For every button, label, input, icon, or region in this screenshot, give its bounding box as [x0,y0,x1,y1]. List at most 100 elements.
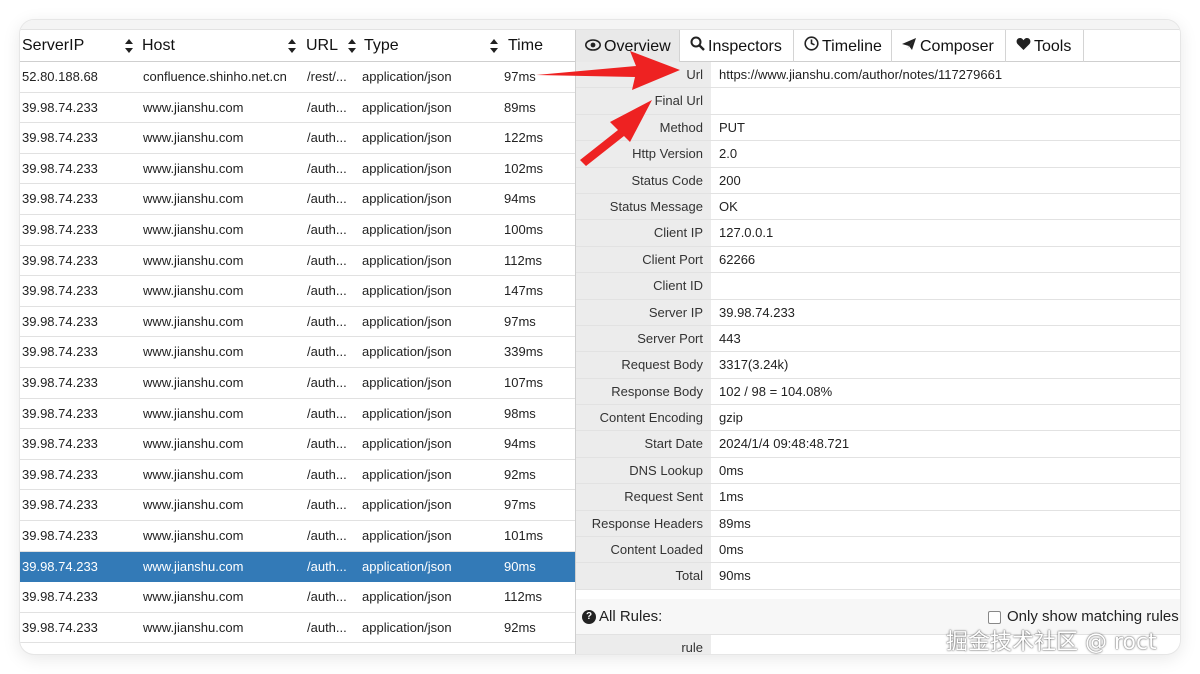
property-value[interactable]: 2.0 [719,141,737,167]
property-row: Server IP 39.98.74.233 [576,299,1180,326]
cell-url: /auth... [307,313,347,329]
property-value[interactable]: gzip [719,405,743,431]
cell-time: 97ms [504,69,536,84]
cell-time: 107ms [504,374,544,390]
cell-time: 92ms [504,466,536,482]
property-value[interactable]: 89ms [719,511,751,537]
property-row: Content Loaded 0ms [576,537,1180,564]
cell-type: application/json [362,313,452,329]
cell-host: www.jianshu.com [143,344,244,360]
property-value[interactable]: 62266 [719,247,755,273]
property-row: Method PUT [576,114,1180,142]
sort-icon[interactable] [490,39,498,53]
cell-host: www.jianshu.com [143,283,244,299]
cell-type: application/json [362,374,452,390]
cell-time: 89ms [504,99,536,115]
table-row[interactable]: 39.98.74.233 www.jianshu.com/auth... appli… [20,307,575,338]
cell-host: www.jianshu.com [143,589,244,605]
tab-tools[interactable]: Tools [1006,30,1084,62]
table-row[interactable]: 39.98.74.233 www.jianshu.com/auth... appli… [20,215,575,246]
cell-host: www.jianshu.com [143,405,244,421]
property-key: Response Headers [576,510,711,537]
table-row[interactable]: 39.98.74.233 www.jianshu.com/auth... appli… [20,613,575,644]
table-row[interactable]: 39.98.74.233 www.jianshu.com/auth... appli… [20,154,575,185]
only-matching-checkbox[interactable] [988,611,1001,624]
tab-timeline[interactable]: Timeline [794,30,892,62]
table-row[interactable]: 39.98.74.233 www.jianshu.com/auth... appli… [20,184,575,215]
table-row[interactable]: 39.98.74.233 www.jianshu.com/auth... appli… [20,551,575,583]
table-row[interactable]: 39.98.74.233 www.jianshu.com/auth... appli… [20,429,575,460]
property-value[interactable]: 127.0.0.1 [719,220,773,246]
tab-composer[interactable]: Composer [892,30,1006,62]
table-row[interactable]: 52.80.188.68 confluence.shinho.net.cn/res… [20,62,575,93]
property-value[interactable]: 0ms [719,458,744,484]
property-value[interactable]: PUT [719,115,745,141]
cell-server-ip: 39.98.74.233 [22,99,98,115]
cell-type: application/json [362,99,452,115]
cell-type: application/json [362,130,452,146]
cell-server-ip: 39.98.74.233 [22,313,98,329]
column-header-serverip[interactable]: ServerIP [20,30,137,62]
sort-icon[interactable] [348,39,356,53]
column-header-host[interactable]: Host [140,30,300,62]
sort-icon[interactable] [288,39,296,53]
cell-host: www.jianshu.com [143,374,244,390]
cell-time: 98ms [504,405,536,421]
cell-server-ip: 39.98.74.233 [22,160,98,176]
table-row[interactable]: 39.98.74.233 www.jianshu.com/auth... appli… [20,123,575,154]
table-row[interactable]: 39.98.74.233 www.jianshu.com/auth... appli… [20,521,575,552]
property-row: Url https://www.jianshu.com/author/notes/… [576,62,1180,89]
property-key: Server IP [576,299,711,325]
column-header-time[interactable]: Time [506,30,575,62]
property-row: Request Sent 1ms [576,484,1180,511]
tab-inspectors[interactable]: Inspectors [680,30,794,62]
magnifier-icon [688,30,706,62]
question-circle-icon[interactable]: ? [582,610,596,624]
table-row[interactable]: 39.98.74.233 www.jianshu.com/auth... appli… [20,399,575,430]
table-row[interactable]: 39.98.74.233 www.jianshu.com/auth... appli… [20,368,575,399]
cell-type: application/json [362,619,452,635]
property-key: Response Body [576,378,711,405]
column-header-url[interactable]: URL [304,30,360,62]
property-row: Request Body 3317(3.24k) [576,352,1180,379]
property-value[interactable]: 90ms [719,563,751,589]
property-value[interactable]: 200 [719,168,741,194]
property-row: Status Code 200 [576,167,1180,194]
cell-url: /auth... [307,374,347,390]
property-key: DNS Lookup [576,457,711,484]
table-row[interactable]: 39.98.74.233 www.jianshu.com/auth... appli… [20,246,575,277]
cell-server-ip: 39.98.74.233 [22,497,98,513]
table-row[interactable]: 39.98.74.233 www.jianshu.com/auth... appli… [20,490,575,521]
sort-icon[interactable] [125,39,133,53]
rules-title: All Rules: [599,608,663,625]
property-value[interactable]: 102 / 98 = 104.08% [719,379,832,405]
table-row[interactable]: 39.98.74.233 www.jianshu.com/auth... appli… [20,460,575,491]
property-value[interactable]: 3317(3.24k) [719,352,788,378]
table-row[interactable]: 39.98.74.233 www.jianshu.com/auth... appli… [20,337,575,368]
cell-url: /auth... [307,527,347,543]
cell-host: www.jianshu.com [143,619,244,635]
property-row: Response Body 102 / 98 = 104.08% [576,378,1180,406]
cell-time: 97ms [504,313,536,329]
cell-time: 97ms [504,497,536,513]
cell-time: 112ms [504,252,543,268]
table-row[interactable]: 39.98.74.233 www.jianshu.com/auth... appli… [20,276,575,307]
tab-overview[interactable]: Overview [576,30,680,62]
property-value[interactable]: 0ms [719,537,744,563]
property-value[interactable]: 39.98.74.233 [719,300,795,326]
property-row: Http Version 2.0 [576,141,1180,168]
table-row[interactable]: 39.98.74.233 www.jianshu.com/auth... appli… [20,582,575,613]
property-value[interactable]: https://www.jianshu.com/author/notes/117… [719,62,1002,88]
heart-icon [1014,30,1032,62]
session-list: ServerIP Host URL Type Time 52.80.188.68… [20,30,575,654]
cell-host: www.jianshu.com [143,221,244,237]
property-value[interactable]: 2024/1/4 09:48:48.721 [719,431,849,457]
property-value[interactable]: 443 [719,326,741,352]
property-value[interactable]: 1ms [719,484,744,510]
table-row[interactable]: 39.98.74.233 www.jianshu.com/auth... appli… [20,93,575,124]
column-header-type[interactable]: Type [362,30,502,62]
cell-host: www.jianshu.com [143,252,244,268]
property-value[interactable]: OK [719,194,738,220]
property-key: Status Message [576,193,711,220]
cell-time: 94ms [504,436,536,452]
